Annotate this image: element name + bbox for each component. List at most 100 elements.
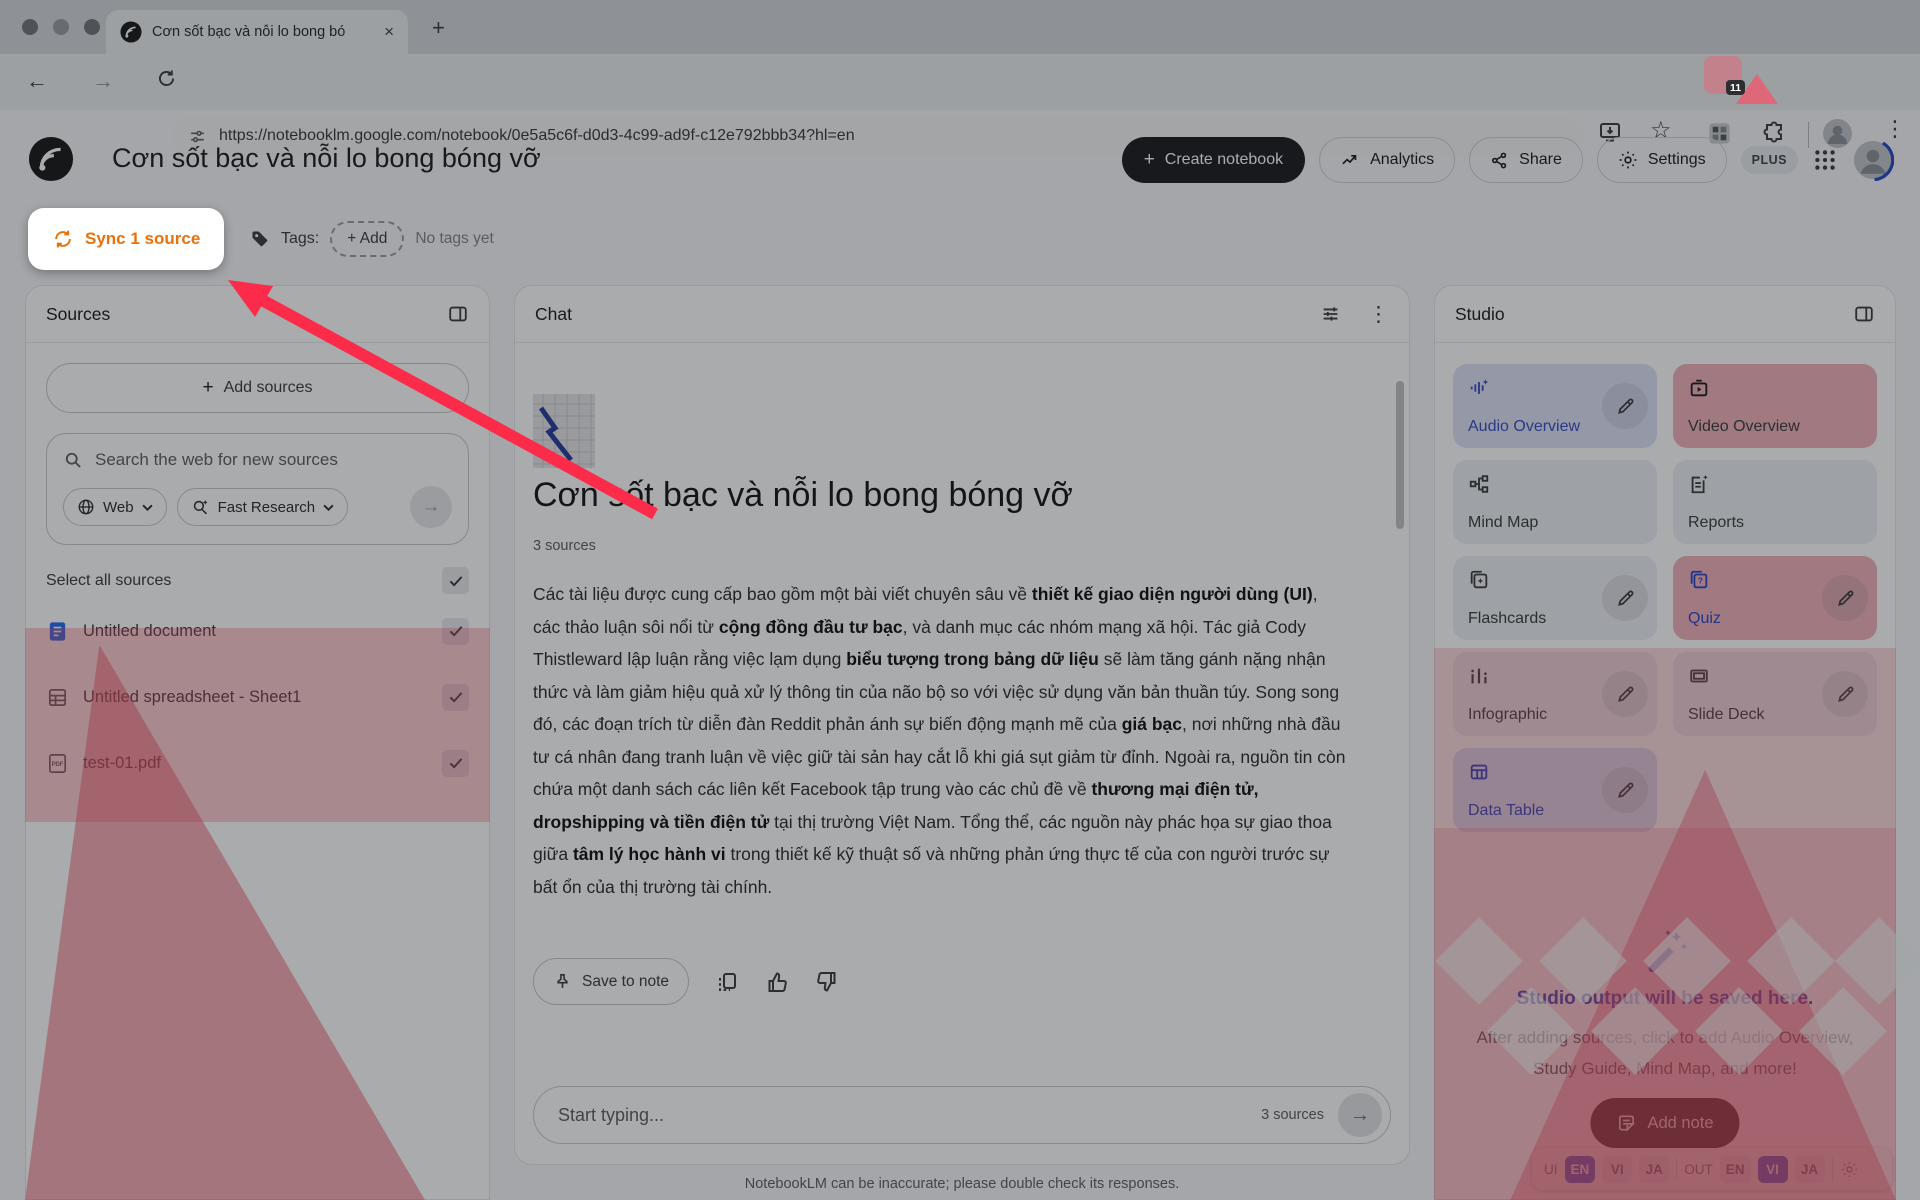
studio-empty-line1: After adding sources, click to add Audio… (1435, 1022, 1895, 1053)
add-note-button[interactable]: Add note (1590, 1098, 1739, 1148)
notebook-title[interactable]: Cơn sốt bạc và nỗi lo bong bóng vỡ (112, 143, 541, 174)
research-mode-dropdown[interactable]: Fast Research (177, 488, 349, 526)
source-row[interactable]: PDF test-01.pdf (26, 730, 489, 796)
chat-input-bar: 3 sources → (533, 1086, 1391, 1144)
infographic-card[interactable]: Infographic (1453, 652, 1657, 736)
thumbs-down-icon[interactable] (815, 970, 839, 994)
out-lang-en[interactable]: EN (1720, 1156, 1751, 1183)
video-overview-card[interactable]: Video Overview (1673, 364, 1877, 448)
reload-button[interactable] (156, 68, 177, 89)
settings-button[interactable]: Settings (1597, 137, 1727, 183)
window-controls[interactable] (22, 19, 100, 35)
edit-audio-button[interactable] (1602, 383, 1648, 429)
share-button[interactable]: Share (1469, 137, 1583, 183)
thumbs-up-icon[interactable] (765, 970, 789, 994)
slide-deck-card[interactable]: Slide Deck (1673, 652, 1877, 736)
select-all-checkbox[interactable] (442, 567, 469, 594)
chat-scrollbar[interactable] (1396, 381, 1404, 529)
edit-quiz-button[interactable] (1822, 575, 1868, 621)
mind-map-card[interactable]: Mind Map (1453, 460, 1657, 544)
card-label: Mind Map (1468, 514, 1538, 532)
source-checkbox[interactable] (442, 618, 469, 645)
save-to-note-button[interactable]: Save to note (533, 958, 689, 1005)
edit-infographic-button[interactable] (1602, 671, 1648, 717)
audio-waveform-icon (1468, 377, 1490, 399)
checkmark-icon (447, 754, 465, 772)
divider (1832, 1158, 1833, 1180)
data-table-card[interactable]: Data Table (1453, 748, 1657, 832)
chat-input[interactable] (556, 1104, 1247, 1127)
studio-empty-state: Studio output will be saved here. After … (1435, 926, 1895, 1084)
add-tag-button[interactable]: + Add (330, 221, 404, 257)
note-title: Cơn sốt bạc và nỗi lo bong bóng vỡ (533, 476, 1073, 515)
app-header: Cơn sốt bạc và nỗi lo bong bóng vỡ + Cre… (0, 110, 1920, 210)
card-label: Quiz (1688, 610, 1721, 628)
pencil-icon (1835, 588, 1856, 609)
ui-lang-vi[interactable]: VI (1602, 1156, 1632, 1183)
translator-gear-icon[interactable] (1840, 1160, 1859, 1179)
analytics-button[interactable]: Analytics (1319, 137, 1455, 183)
collapse-panel-icon[interactable] (447, 303, 469, 325)
infographic-icon (1468, 665, 1490, 687)
trending-up-icon (1340, 150, 1360, 170)
notebooklm-logo[interactable] (28, 136, 74, 182)
source-checkbox[interactable] (442, 750, 469, 777)
web-search-input[interactable]: Search the web for new sources (95, 450, 338, 470)
svg-text:?: ? (1698, 577, 1703, 586)
new-tab-button[interactable]: + (432, 15, 445, 41)
share-icon (1490, 151, 1509, 170)
source-row[interactable]: Untitled document (26, 598, 489, 664)
send-button[interactable]: → (1338, 1093, 1382, 1137)
create-notebook-button[interactable]: + Create notebook (1122, 137, 1305, 183)
search-submit-button[interactable]: → (410, 486, 452, 528)
tags-label: Tags: (281, 230, 319, 248)
pdf-icon: PDF (46, 752, 69, 775)
forward-button[interactable]: → (92, 68, 114, 94)
search-icon (63, 450, 83, 470)
spreadsheet-icon (46, 686, 69, 709)
card-label: Reports (1688, 514, 1744, 532)
mind-map-icon (1468, 473, 1490, 495)
sync-source-button[interactable]: Sync 1 source (28, 208, 224, 270)
slide-deck-icon (1688, 665, 1710, 687)
web-source-dropdown[interactable]: Web (63, 488, 167, 526)
reload-icon (156, 68, 177, 89)
collapse-panel-icon[interactable] (1853, 303, 1875, 325)
apps-grid-icon[interactable] (1812, 147, 1838, 173)
select-all-label: Select all sources (46, 572, 442, 590)
sync-source-label: Sync 1 source (85, 229, 200, 249)
edit-flashcards-button[interactable] (1602, 575, 1648, 621)
tab-close-icon[interactable]: × (384, 22, 394, 42)
summary-paragraph: Các tài liệu được cung cấp bao gồm một b… (533, 578, 1348, 903)
browser-tab[interactable]: Cơn sốt bạc và nỗi lo bong bó × (106, 10, 408, 54)
chat-panel-title: Chat (535, 304, 1320, 325)
copy-icon[interactable] (715, 970, 739, 994)
out-lang-vi[interactable]: VI (1758, 1156, 1788, 1183)
edit-slide-deck-button[interactable] (1822, 671, 1868, 717)
ui-lang-en[interactable]: EN (1565, 1156, 1596, 1183)
add-sources-button[interactable]: + Add sources (46, 363, 469, 413)
source-checkbox[interactable] (442, 684, 469, 711)
note-icon (1616, 1113, 1636, 1133)
account-avatar[interactable] (1852, 139, 1894, 181)
card-label: Flashcards (1468, 610, 1546, 628)
back-button[interactable]: ← (26, 68, 48, 94)
sync-icon (52, 228, 74, 250)
audio-overview-card[interactable]: Audio Overview (1453, 364, 1657, 448)
chat-more-icon[interactable]: ⋮ (1368, 302, 1389, 327)
no-tags-text: No tags yet (415, 230, 493, 248)
source-row[interactable]: Untitled spreadsheet - Sheet1 (26, 664, 489, 730)
quiz-card[interactable]: ? Quiz (1673, 556, 1877, 640)
chart-thumbnail-image (533, 394, 595, 468)
translator-language-bar: UI EN VI JA OUT EN VI JA (1532, 1148, 1892, 1190)
reports-card[interactable]: Reports (1673, 460, 1877, 544)
edit-data-table-button[interactable] (1602, 767, 1648, 813)
chat-settings-icon[interactable] (1320, 303, 1342, 325)
ui-lang-ja[interactable]: JA (1639, 1156, 1669, 1183)
out-lang-ja[interactable]: JA (1795, 1156, 1825, 1183)
gear-icon (1618, 150, 1638, 170)
video-icon (1688, 377, 1710, 399)
checkmark-icon (447, 572, 465, 590)
sources-panel: Sources + Add sources Search the web for… (25, 285, 490, 1200)
flashcards-card[interactable]: Flashcards (1453, 556, 1657, 640)
